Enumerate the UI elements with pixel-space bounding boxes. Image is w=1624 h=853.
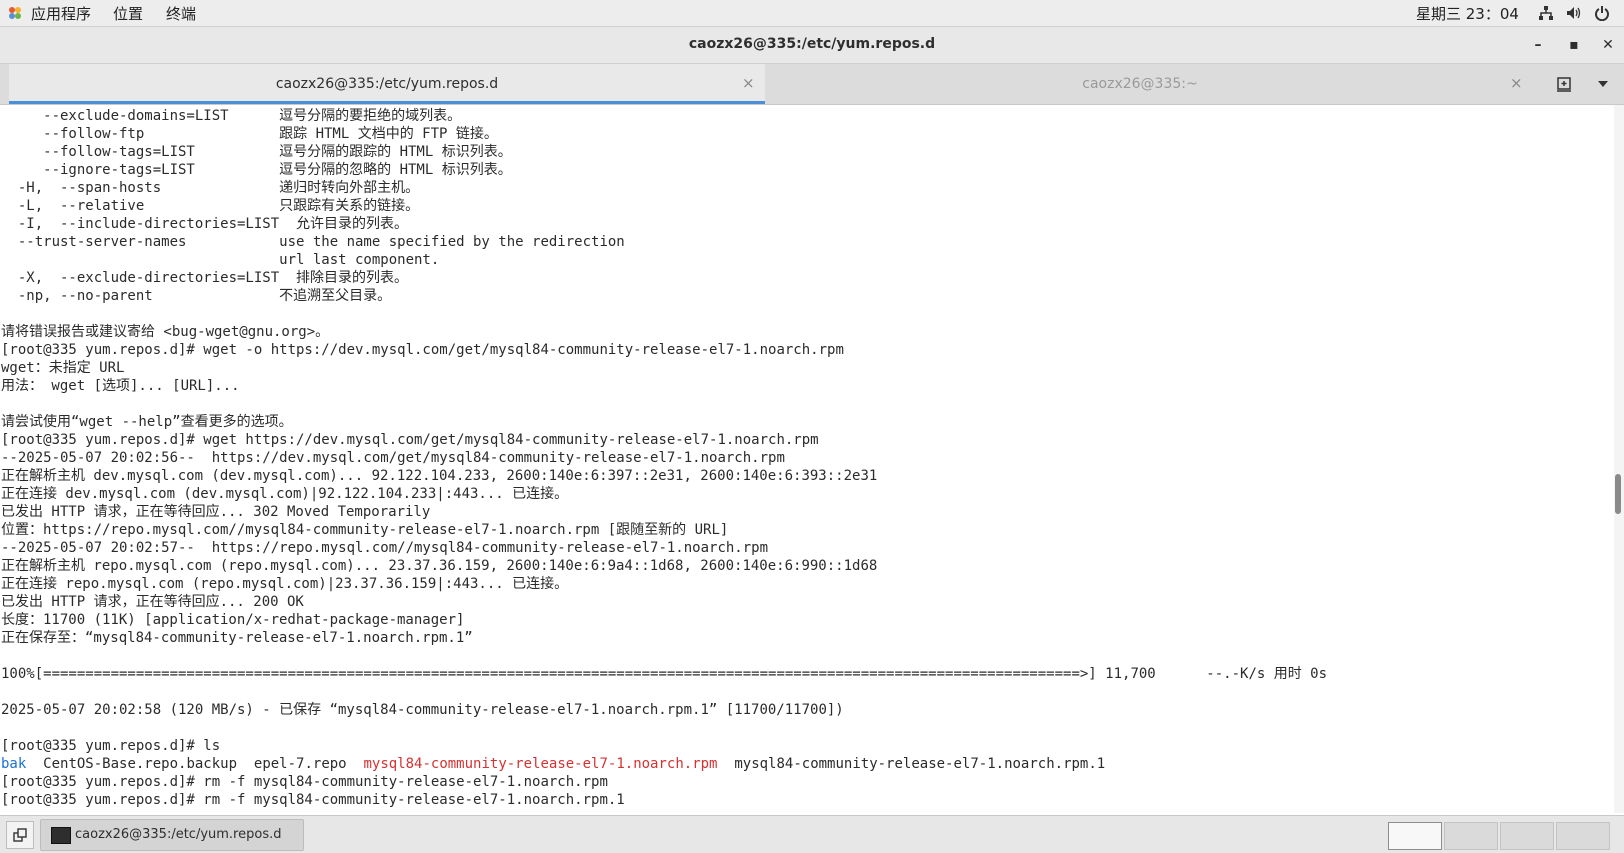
terminal-scrollbar[interactable] xyxy=(1614,105,1624,813)
tab-yum-repos[interactable]: caozx26@335:/etc/yum.repos.d × xyxy=(9,64,765,104)
power-icon[interactable] xyxy=(1594,5,1610,21)
ls-separator xyxy=(26,756,43,772)
terminal-line: 已发出 HTTP 请求，正在等待回应... 200 OK xyxy=(1,594,304,610)
places-menu[interactable]: 位置 xyxy=(113,3,143,24)
terminal-line: --exclude-domains=LIST 逗号分隔的要拒绝的域列表。 xyxy=(1,108,462,124)
terminal-line: 用法： wget [选项]... [URL]... xyxy=(1,378,240,394)
maximize-button[interactable]: ▪ xyxy=(1562,33,1586,57)
terminal-menu[interactable]: 终端 xyxy=(166,3,196,24)
terminal-line: --ignore-tags=LIST 逗号分隔的忽略的 HTML 标识列表。 xyxy=(1,162,512,178)
terminal-line: 长度：11700 (11K) [application/x-redhat-pac… xyxy=(1,612,465,628)
terminal-line: -H, --span-hosts 递归时转向外部主机。 xyxy=(1,180,420,196)
terminal-output[interactable]: --exclude-domains=LIST 逗号分隔的要拒绝的域列表。 --f… xyxy=(0,105,1612,813)
workspace-3[interactable] xyxy=(1500,822,1554,850)
tab-menu-chevron-icon[interactable] xyxy=(1597,79,1609,89)
terminal-line: 正在解析主机 dev.mysql.com (dev.mysql.com)... … xyxy=(1,468,878,484)
close-button[interactable]: ✕ xyxy=(1596,33,1620,57)
workspace-1[interactable] xyxy=(1388,822,1442,850)
applications-menu[interactable]: 应用程序 xyxy=(31,3,91,24)
tab-home[interactable]: caozx26@335:~ × xyxy=(765,64,1522,104)
terminal-line: 正在解析主机 repo.mysql.com (repo.mysql.com)..… xyxy=(1,558,878,574)
ls-entry: mysql84-community-release-el7-1.noarch.r… xyxy=(734,756,1106,772)
window-titlebar[interactable]: caozx26@335:/etc/yum.repos.d – ▪ ✕ xyxy=(0,27,1624,64)
workspace-4[interactable] xyxy=(1556,822,1610,850)
taskbar-window-terminal[interactable]: caozx26@335:/etc/yum.repos.d xyxy=(40,819,304,851)
ls-entry: epel-7.repo xyxy=(253,756,347,772)
terminal-line: --trust-server-names use the name specif… xyxy=(1,234,625,250)
tab-close-icon[interactable]: × xyxy=(1510,74,1523,92)
minimize-button[interactable]: – xyxy=(1526,33,1550,57)
tab-label: caozx26@335:/etc/yum.repos.d xyxy=(275,76,499,92)
terminal-line: --2025-05-07 20:02:56-- https://dev.mysq… xyxy=(1,450,785,466)
workspace-2[interactable] xyxy=(1444,822,1498,850)
ls-entry: CentOS-Base.repo.backup xyxy=(43,756,238,772)
terminal-line: 正在保存至：“mysql84-community-release-el7-1.n… xyxy=(1,630,473,646)
terminal-line: -np, --no-parent 不追溯至父目录。 xyxy=(1,288,392,304)
terminal-line: --follow-ftp 跟踪 HTML 文档中的 FTP 链接。 xyxy=(1,126,498,142)
terminal-line: 请将错误报告或建议寄给 <bug-wget@gnu.org>。 xyxy=(1,324,330,340)
terminal-line: url last component. xyxy=(1,252,440,268)
ls-output-line: bak CentOS-Base.repo.backup epel-7.repo … xyxy=(1,755,1327,773)
terminal-line: 位置：https://repo.mysql.com//mysql84-commu… xyxy=(1,522,729,538)
new-tab-icon[interactable] xyxy=(1556,76,1572,92)
bottom-panel: caozx26@335:/etc/yum.repos.d xyxy=(0,815,1624,853)
terminal-line: 100%[===================================… xyxy=(1,666,1328,682)
terminal-line: 正在连接 repo.mysql.com (repo.mysql.com)|23.… xyxy=(1,576,569,592)
terminal-line: -X, --exclude-directories=LIST 排除目录的列表。 xyxy=(1,270,409,286)
terminal-line: wget：未指定 URL xyxy=(1,360,125,376)
top-panel: 应用程序 位置 终端 星期三 23：04 xyxy=(0,0,1624,27)
tab-bar: caozx26@335:/etc/yum.repos.d × caozx26@3… xyxy=(0,64,1624,105)
windows-icon xyxy=(13,828,27,842)
terminal-icon xyxy=(51,827,71,844)
terminal-line: --2025-05-07 20:02:57-- https://repo.mys… xyxy=(1,540,769,556)
volume-icon[interactable] xyxy=(1565,5,1581,21)
show-desktop-button[interactable] xyxy=(6,821,34,849)
tab-close-icon[interactable]: × xyxy=(742,74,755,92)
terminal-line: [root@335 yum.repos.d]# rm -f mysql84-co… xyxy=(1,774,608,790)
terminal-line: -I, --include-directories=LIST 允许目录的列表。 xyxy=(1,216,409,232)
clock[interactable]: 星期三 23：04 xyxy=(1416,3,1519,24)
active-tab-indicator xyxy=(9,101,765,104)
taskbar-window-label: caozx26@335:/etc/yum.repos.d xyxy=(75,827,282,842)
terminal-line: 正在连接 dev.mysql.com (dev.mysql.com)|92.12… xyxy=(1,486,569,502)
terminal-line: 已发出 HTTP 请求，正在等待回应... 302 Moved Temporar… xyxy=(1,504,431,520)
window-title: caozx26@335:/etc/yum.repos.d xyxy=(688,36,936,52)
terminal-line: 请尝试使用“wget --help”查看更多的选项。 xyxy=(1,414,293,430)
terminal-line: [root@335 yum.repos.d]# wget https://dev… xyxy=(1,432,819,448)
ls-separator xyxy=(347,756,364,772)
terminal-line: [root@335 yum.repos.d]# ls xyxy=(1,738,221,754)
ls-entry: mysql84-community-release-el7-1.noarch.r… xyxy=(363,756,718,772)
ls-separator xyxy=(717,756,734,772)
applications-icon[interactable] xyxy=(7,5,23,21)
terminal-line: 2025-05-07 20:02:58 (120 MB/s) - 已保存 “my… xyxy=(1,702,844,718)
terminal-line: --follow-tags=LIST 逗号分隔的跟踪的 HTML 标识列表。 xyxy=(1,144,512,160)
terminal-line: [root@335 yum.repos.d]# rm -f mysql84-co… xyxy=(1,792,625,808)
scrollbar-thumb[interactable] xyxy=(1615,474,1621,514)
network-icon[interactable] xyxy=(1538,5,1554,21)
terminal-line: [root@335 yum.repos.d]# wget -o https://… xyxy=(1,342,844,358)
ls-separator xyxy=(237,756,254,772)
tab-label: caozx26@335:~ xyxy=(1082,76,1198,92)
ls-entry: bak xyxy=(1,756,27,772)
terminal-line: -L, --relative 只跟踪有关系的链接。 xyxy=(1,198,420,214)
terminal-lines: --exclude-domains=LIST 逗号分隔的要拒绝的域列表。 --f… xyxy=(1,107,1327,809)
